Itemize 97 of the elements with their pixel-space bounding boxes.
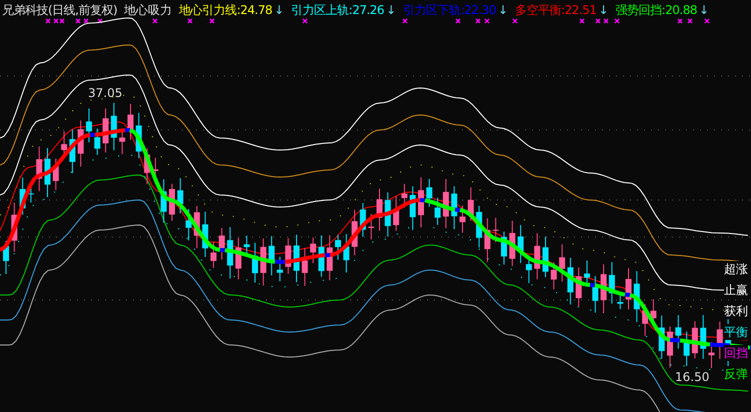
candlestick	[343, 234, 350, 274]
candlestick	[484, 218, 490, 262]
candlestick	[102, 108, 109, 153]
candlestick	[244, 235, 250, 254]
candlestick	[86, 108, 92, 143]
candlestick	[110, 102, 117, 151]
candlestick	[52, 158, 59, 190]
indicator-reading: 地心引力线:24.78	[179, 4, 272, 16]
candlestick	[78, 120, 84, 168]
price-label: 37.05	[88, 85, 122, 102]
down-arrow: ↓	[598, 4, 609, 16]
candlestick	[608, 262, 615, 304]
candlestick	[559, 244, 566, 282]
down-arrow: ↓	[274, 4, 284, 16]
candlestick	[460, 205, 466, 234]
candlestick	[534, 232, 540, 280]
candlestick	[376, 188, 382, 232]
candlestick	[426, 178, 432, 208]
candlestick	[268, 236, 275, 276]
candlestick	[700, 314, 706, 360]
candlestick	[335, 234, 341, 260]
candlestick	[675, 314, 682, 350]
candlestick	[310, 237, 316, 264]
candlestick	[252, 242, 258, 284]
candlestick	[186, 208, 192, 241]
candlestick	[326, 234, 333, 281]
candlestick	[285, 238, 292, 274]
candlestick	[136, 112, 142, 159]
candlestick	[401, 183, 408, 208]
indicator-reading: 多空平衡:22.51	[515, 4, 596, 16]
candlestick	[36, 146, 42, 192]
indicator-reading: 强势回挡:20.88	[616, 4, 697, 16]
candlestick	[20, 177, 26, 216]
candlestick	[434, 197, 441, 226]
candlestick	[492, 217, 499, 243]
candlestick	[218, 227, 225, 260]
candlestick	[11, 202, 18, 252]
candlestick	[144, 148, 150, 185]
candlestick	[468, 186, 474, 222]
candlestick	[302, 247, 308, 286]
candlestick	[501, 231, 507, 266]
zone-label: 止赢	[724, 282, 748, 298]
candlestick	[550, 262, 557, 290]
candlestick	[418, 176, 424, 228]
indicator-reading: 引力区下轨:22.30	[403, 4, 496, 16]
zone-label: 回挡	[724, 345, 748, 361]
zone-label: 反弹	[724, 366, 748, 382]
candlestick	[360, 202, 366, 238]
candlestick	[626, 268, 632, 310]
candlestick	[169, 183, 175, 222]
down-arrow: ↓	[698, 4, 710, 16]
candlestick	[617, 294, 624, 310]
indicator-name: 地心吸力	[124, 4, 172, 16]
candlestick	[318, 234, 324, 278]
candlestick	[509, 220, 516, 267]
candlestick	[692, 320, 698, 359]
candlestick	[442, 178, 449, 229]
candlestick	[410, 186, 416, 230]
zone-label: 平衡	[724, 324, 748, 340]
candlestick	[567, 257, 574, 305]
candlestick	[600, 264, 607, 314]
candlestick	[44, 148, 50, 198]
candlestick	[368, 214, 374, 240]
candlestick	[94, 128, 100, 156]
candlestick	[160, 178, 167, 224]
candlestick	[684, 331, 690, 367]
price-label: 16.50	[675, 369, 710, 386]
zone-label: 超涨	[724, 261, 748, 277]
down-arrow: ↓	[498, 4, 508, 16]
candlestick	[592, 276, 598, 314]
candlestick	[227, 226, 234, 280]
chart-title: 兄弟科技(日线,前复权)	[2, 4, 118, 16]
candlestick	[28, 186, 34, 204]
candlestick	[119, 130, 126, 155]
candlestick	[708, 342, 714, 369]
candlestick	[260, 238, 266, 286]
candlestick	[352, 209, 358, 256]
candlestick	[384, 192, 391, 238]
candlestick	[518, 224, 524, 264]
candlestick	[451, 186, 458, 230]
candlestick	[642, 304, 648, 336]
candlestick	[276, 256, 283, 282]
candlestick	[476, 205, 482, 248]
candlestick	[210, 241, 216, 268]
candlestick	[294, 234, 300, 283]
candlestick	[235, 237, 242, 280]
zone-label: 获利	[724, 303, 748, 319]
candlestick	[667, 326, 673, 368]
candlestick	[634, 270, 640, 323]
candlestick	[716, 321, 723, 360]
down-arrow: ↓	[386, 4, 396, 16]
candlestick	[526, 257, 532, 284]
candlestick	[393, 196, 400, 232]
candlestick	[128, 103, 134, 140]
candlestick	[3, 240, 9, 275]
candlestick	[177, 178, 184, 214]
indicator-reading: 引力区上轨:27.26	[291, 4, 384, 16]
